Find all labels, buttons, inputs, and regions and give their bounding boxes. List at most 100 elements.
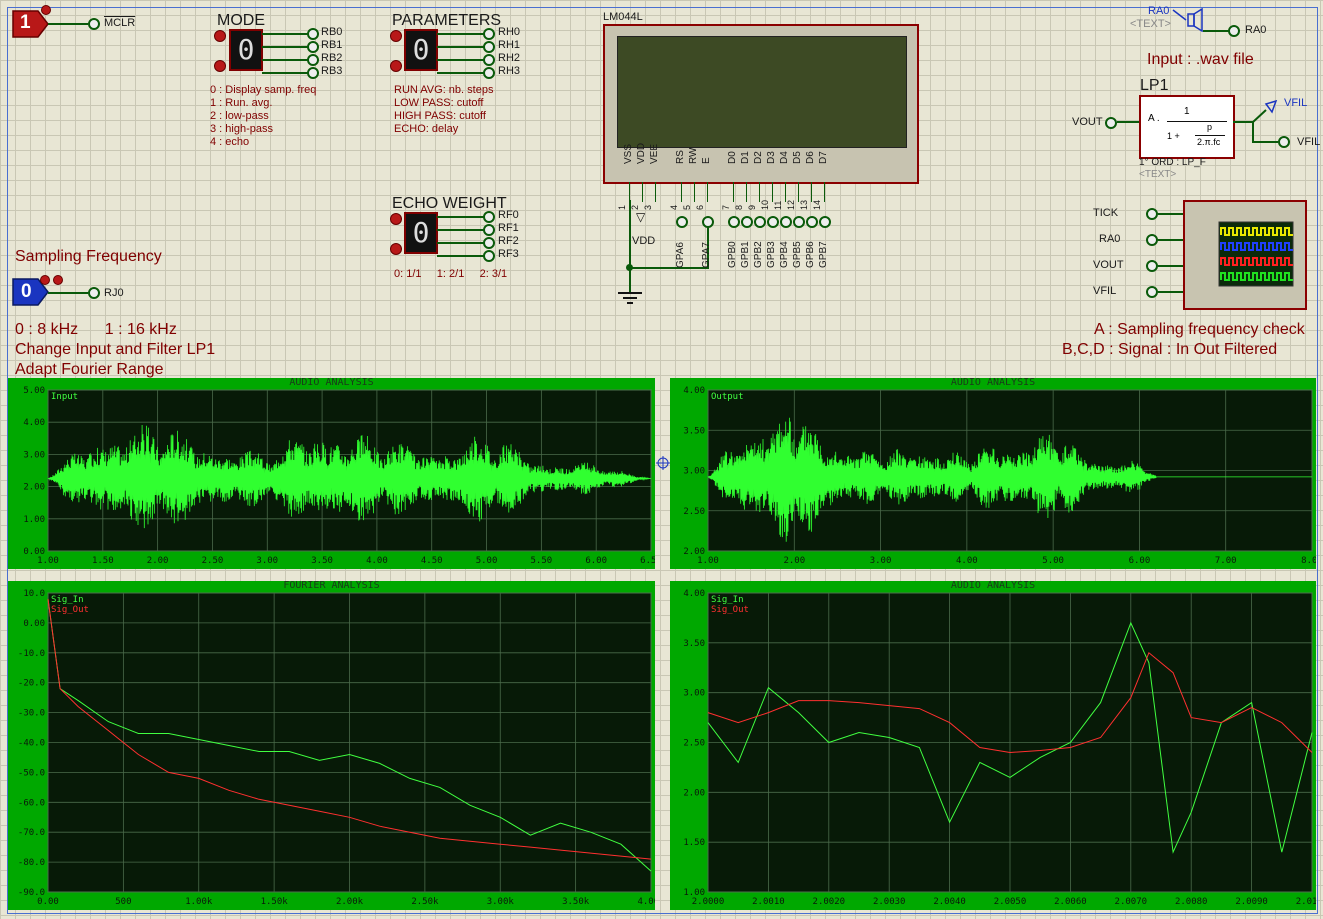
x-tick-label: 2.0080 <box>1175 897 1208 907</box>
lp1-output-pin[interactable] <box>1278 136 1290 148</box>
lcd-pin-name: D4 <box>779 151 790 164</box>
rf3-pin[interactable] <box>483 250 495 262</box>
wire <box>437 33 484 35</box>
y-tick-label: 3.00 <box>23 450 45 460</box>
lcd-port-pin[interactable] <box>806 216 818 228</box>
lcd-pin-number: 12 <box>786 199 796 210</box>
lcd-port-label: GPB5 <box>792 241 803 268</box>
lp1-formula-p: p <box>1207 122 1213 132</box>
y-tick-label: -70.0 <box>18 828 45 838</box>
rb1-pin[interactable] <box>307 41 319 53</box>
rh0-pin[interactable] <box>483 28 495 40</box>
mode-pin-label: RB1 <box>321 39 343 51</box>
lcd-port-label: GPB7 <box>818 241 829 268</box>
rj0-pin[interactable] <box>88 287 100 299</box>
lcd-port-pin[interactable] <box>780 216 792 228</box>
scope-net-pin[interactable] <box>1146 208 1158 220</box>
mclr-label: MCLR <box>104 17 136 29</box>
rh1-pin[interactable] <box>483 41 495 53</box>
source-out-pin[interactable] <box>1228 25 1240 37</box>
y-tick-label: -10.0 <box>18 649 45 659</box>
lcd-port-label: GPA6 <box>675 242 686 268</box>
lcd-port-pin[interactable] <box>767 216 779 228</box>
y-tick-label: 0.00 <box>23 619 45 629</box>
scope-net-pin[interactable] <box>1146 286 1158 298</box>
lp1-input-pin[interactable] <box>1105 117 1117 129</box>
lcd-port-label: GPB2 <box>753 241 764 268</box>
rf2-pin[interactable] <box>483 237 495 249</box>
mode-dot[interactable] <box>214 30 226 42</box>
lcd-port-pin[interactable] <box>676 216 688 228</box>
wire <box>655 182 656 202</box>
lcd-screen <box>617 36 907 148</box>
graph-panel[interactable]: AUDIO ANALYSIS 4.00 3.50 3.00 2.50 2.00 1.00 2.… <box>670 378 1316 569</box>
mclr-pin[interactable] <box>88 18 100 30</box>
lcd-port-pin[interactable] <box>793 216 805 228</box>
lcd-pin-name: D0 <box>727 151 738 164</box>
lcd-port-pin[interactable] <box>702 216 714 228</box>
lcd-port-pin[interactable] <box>728 216 740 228</box>
rb2-pin[interactable] <box>307 54 319 66</box>
lcd-port-pin[interactable] <box>819 216 831 228</box>
vdd-arrow-icon: ▽ <box>636 210 646 224</box>
lcd-pin-number: 10 <box>760 199 770 210</box>
wire <box>437 255 484 257</box>
wire <box>437 72 484 74</box>
rf1-pin[interactable] <box>483 224 495 236</box>
lp1-probe-label: VFIL <box>1284 97 1308 109</box>
lcd-pin-number: 4 <box>669 204 679 210</box>
lcd-port-pin[interactable] <box>754 216 766 228</box>
x-tick-label: 1.00 <box>697 556 719 566</box>
x-tick-label: 500 <box>115 897 131 907</box>
wire <box>1117 121 1139 123</box>
wire <box>437 46 484 48</box>
probe-icon[interactable] <box>1252 100 1282 124</box>
rh3-pin[interactable] <box>483 67 495 79</box>
x-tick-label: 2.0040 <box>933 897 966 907</box>
lcd-pin-number: 7 <box>721 204 731 210</box>
graph-panel[interactable]: AUDIO ANALYSIS 5.00 4.00 3.00 2.00 1.00 0.00 1.… <box>8 378 655 569</box>
lp1-block[interactable]: A . 1 1 + p 2.π.fc <box>1139 95 1235 159</box>
mode-title: MODE <box>217 12 265 29</box>
y-tick-label: 4.00 <box>683 386 705 396</box>
x-tick-label: 4.50 <box>421 556 443 566</box>
mode-dot[interactable] <box>214 60 226 72</box>
echo-dot[interactable] <box>390 213 402 225</box>
x-tick-label: 3.50 <box>311 556 333 566</box>
source-net-top: RA0 <box>1148 5 1170 17</box>
rh2-pin[interactable] <box>483 54 495 66</box>
scope-net-pin[interactable] <box>1146 260 1158 272</box>
params-dot[interactable] <box>390 30 402 42</box>
scope-net-pin[interactable] <box>1146 234 1158 246</box>
reset-value: 1 <box>20 12 31 33</box>
graph-panel[interactable]: AUDIO ANALYSIS 4.00 3.50 3.00 2.50 2.00 1.50 1.… <box>670 581 1316 910</box>
lcd-pin-name: D5 <box>792 151 803 164</box>
y-tick-label: 3.50 <box>683 639 705 649</box>
x-tick-label: 4.00k <box>637 897 655 907</box>
reset-button[interactable]: 1 <box>12 10 49 38</box>
oscilloscope[interactable] <box>1183 200 1307 310</box>
lp1-formula-den: 1 + <box>1167 131 1180 141</box>
x-tick-label: 2.0000 <box>692 897 725 907</box>
speaker-icon[interactable] <box>1172 8 1212 32</box>
x-tick-label: 2.0050 <box>994 897 1027 907</box>
echo-dot[interactable] <box>390 243 402 255</box>
graph-panel[interactable]: FOURIER ANALYSIS 10.0 0.00 -10.0 -20.0 -30.0-… <box>8 581 655 910</box>
lcd-port-label: GPB6 <box>805 241 816 268</box>
lcd-port-pin[interactable] <box>741 216 753 228</box>
x-tick-label: 2.00 <box>783 556 805 566</box>
y-tick-label: -60.0 <box>18 798 45 808</box>
params-note: HIGH PASS: cutoff <box>394 110 486 122</box>
rf0-pin[interactable] <box>483 211 495 223</box>
lp1-input-label: VOUT <box>1072 116 1103 128</box>
lp1-formula-a: A . <box>1148 113 1160 124</box>
wire <box>1158 213 1183 215</box>
lcd-port-label: GPB1 <box>740 241 751 268</box>
y-tick-label: 3.50 <box>683 426 705 436</box>
rb3-pin[interactable] <box>307 67 319 79</box>
wire <box>772 182 773 202</box>
params-dot[interactable] <box>390 60 402 72</box>
scope-net-label: RA0 <box>1099 233 1121 245</box>
echo-note: 0: 1/1 1: 2/1 2: 3/1 <box>394 268 508 280</box>
rb0-pin[interactable] <box>307 28 319 40</box>
